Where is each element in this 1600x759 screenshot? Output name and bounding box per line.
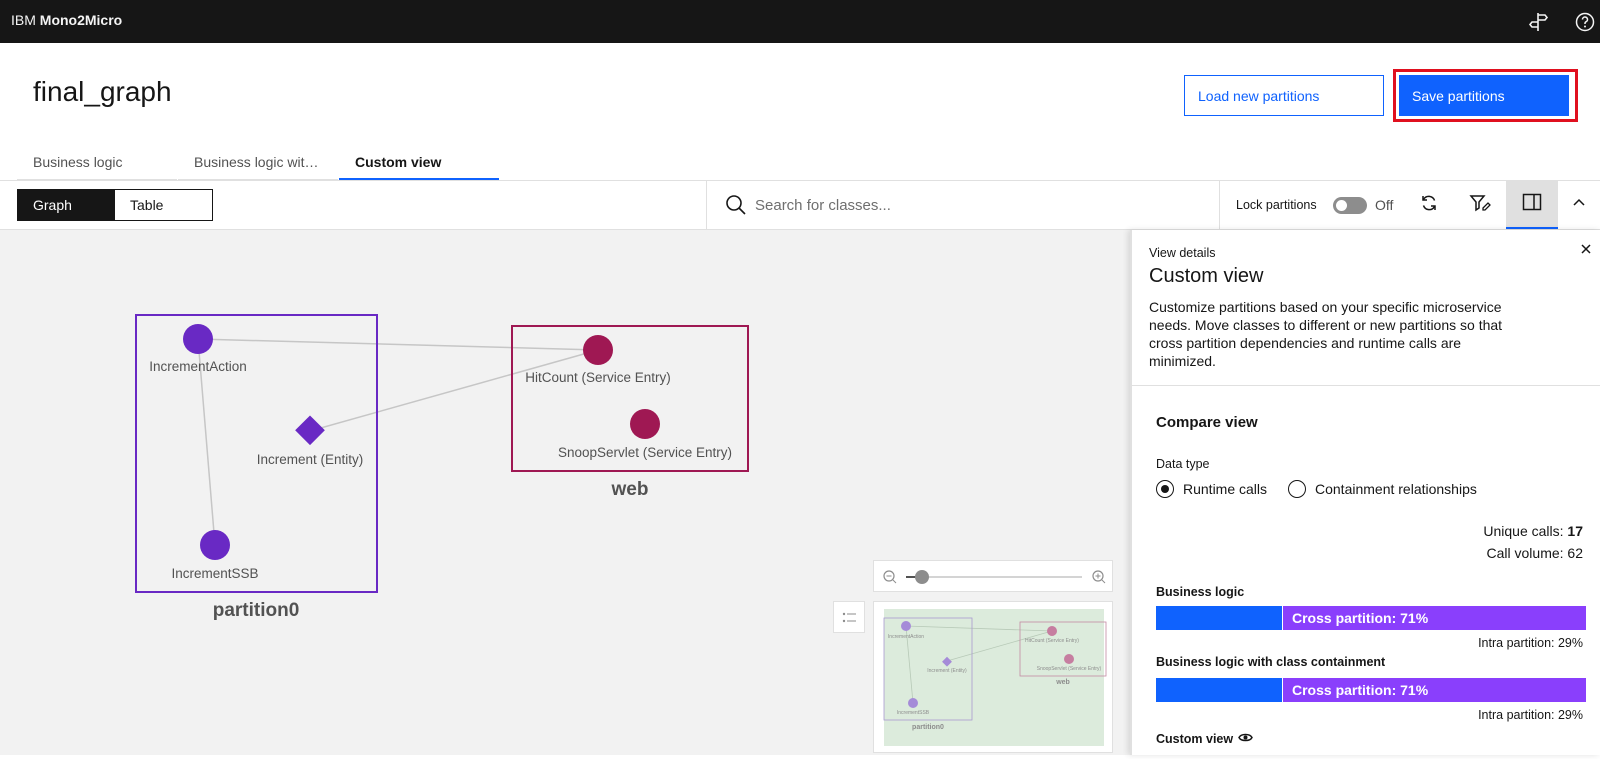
panel-description: Customize partitions based on your speci… (1149, 299, 1503, 369)
node-label: IncrementSSB (171, 566, 258, 581)
minimap-node (901, 621, 911, 631)
zoom-control (873, 560, 1113, 592)
compare-view-heading: Compare view (1156, 414, 1258, 431)
panel-title: Custom view (1149, 265, 1264, 287)
call-volume-value: 62 (1567, 545, 1583, 561)
graph-canvas[interactable]: IncrementAction Increment (Entity) Incre… (0, 230, 1130, 755)
custom-view-compare-label: Custom view (1156, 732, 1253, 746)
search-icon (725, 194, 747, 221)
minimap-node-label: SnoopServlet (Service Entry) (1037, 666, 1102, 672)
details-panel-toggle[interactable] (1506, 181, 1558, 229)
graph-node[interactable] (630, 409, 660, 439)
radio-runtime-calls[interactable]: Runtime calls (1156, 480, 1267, 498)
minimap-partition-label: partition0 (912, 724, 944, 731)
collapse-toolbar-button[interactable] (1558, 181, 1600, 229)
save-partitions-button[interactable]: Save partitions (1399, 75, 1569, 116)
graph-node[interactable] (200, 530, 230, 560)
tab-business-logic[interactable]: Business logic (17, 144, 177, 180)
graph-node[interactable] (183, 324, 213, 354)
reset-button[interactable] (1404, 181, 1454, 229)
toggle-knob (1336, 200, 1347, 211)
minimap-partition-label: web (1055, 679, 1070, 686)
minimap-node (1064, 654, 1074, 664)
legend-button[interactable] (833, 601, 865, 633)
unique-calls-metric: Unique calls: 17 (1483, 523, 1583, 539)
chevron-up-icon (1571, 195, 1587, 216)
call-volume-label: Call volume: (1486, 545, 1564, 561)
radio-containment-relationships[interactable]: Containment relationships (1288, 480, 1477, 498)
unique-calls-value: 17 (1567, 523, 1583, 539)
brand-prefix: IBM (11, 12, 36, 28)
signpost-icon[interactable] (1526, 9, 1552, 35)
list-icon (842, 612, 856, 623)
zoom-in-icon[interactable] (1092, 570, 1106, 584)
minimap-node (908, 698, 918, 708)
cross-partition-segment: Cross partition: 71% (1282, 606, 1586, 630)
tab-custom-view[interactable]: Custom view (339, 144, 499, 180)
radio-containment-label: Containment relationships (1315, 481, 1477, 497)
side-panel-icon (1522, 193, 1542, 216)
search-bar (706, 181, 1220, 229)
radio-selected-indicator (1156, 480, 1174, 498)
partition-label: partition0 (213, 600, 300, 621)
table-view-option[interactable]: Table (115, 190, 212, 220)
node-label: SnoopServlet (Service Entry) (558, 445, 732, 460)
intra-partition-segment (1156, 678, 1282, 702)
call-volume-metric: Call volume: 62 (1487, 545, 1584, 561)
view-switcher: Graph Table (17, 189, 213, 221)
graph-edge (309, 349, 599, 432)
app-brand[interactable]: IBM Mono2Micro (11, 12, 122, 28)
minimap-node-label: HitCount (Service Entry) (1025, 638, 1079, 644)
unique-calls-label: Unique calls: (1483, 523, 1564, 539)
refresh-icon (1419, 193, 1439, 218)
lock-partitions-toggle[interactable] (1333, 197, 1367, 214)
filter-edit-icon (1469, 193, 1491, 218)
graph-minimap[interactable]: IncrementAction Increment (Entity) Incre… (873, 601, 1113, 753)
page-title: final_graph (33, 76, 172, 107)
close-icon[interactable] (1580, 242, 1592, 258)
search-input[interactable] (755, 193, 1195, 217)
partition-bar-business-logic[interactable]: Cross partition: 71% (1156, 606, 1586, 630)
graph-view-option[interactable]: Graph (18, 190, 115, 220)
lock-state-text: Off (1375, 197, 1394, 213)
filter-button[interactable] (1455, 181, 1505, 229)
partition-label: web (611, 479, 649, 500)
graph-node[interactable] (295, 415, 325, 446)
data-type-label: Data type (1156, 457, 1210, 471)
minimap-node-label: IncrementSSB (897, 710, 930, 716)
node-label: HitCount (Service Entry) (525, 370, 671, 385)
zoom-out-icon[interactable] (883, 570, 897, 584)
graph-node[interactable] (583, 335, 613, 365)
zoom-slider-handle[interactable] (915, 570, 929, 584)
help-icon[interactable] (1572, 9, 1598, 35)
partition-bar-business-logic-containment[interactable]: Cross partition: 71% (1156, 678, 1586, 702)
eye-icon[interactable] (1238, 732, 1253, 746)
bar-label-business-logic-containment: Business logic with class containment (1156, 655, 1386, 669)
custom-view-label-text: Custom view (1156, 732, 1234, 746)
tab-business-logic-containment[interactable]: Business logic wit… (178, 144, 338, 180)
node-label: Increment (Entity) (257, 452, 364, 467)
minimap-node-label: Increment (Entity) (927, 668, 967, 674)
bar-label-business-logic: Business logic (1156, 585, 1245, 599)
panel-divider (1132, 385, 1600, 386)
graph-toolbar: Graph Table Lock partitions Off (0, 180, 1600, 230)
radio-unselected-indicator (1288, 480, 1306, 498)
graph-edge (197, 338, 599, 351)
node-label: IncrementAction (149, 359, 247, 374)
cross-partition-segment: Cross partition: 71% (1282, 678, 1586, 702)
minimap-node (1047, 626, 1057, 636)
radio-runtime-label: Runtime calls (1183, 481, 1268, 497)
load-new-partitions-button[interactable]: Load new partitions (1184, 75, 1384, 116)
panel-eyebrow: View details (1149, 246, 1216, 260)
top-nav-bar: IBM Mono2Micro (0, 0, 1600, 43)
intra-partition-segment (1156, 606, 1282, 630)
brand-name: Mono2Micro (39, 12, 123, 28)
minimap-node-label: IncrementAction (888, 634, 924, 640)
lock-partitions-label: Lock partitions (1236, 198, 1317, 212)
view-details-panel: View details Custom view Customize parti… (1130, 230, 1600, 755)
intra-partition-label: Intra partition: 29% (1478, 636, 1583, 650)
intra-partition-label: Intra partition: 29% (1478, 708, 1583, 722)
